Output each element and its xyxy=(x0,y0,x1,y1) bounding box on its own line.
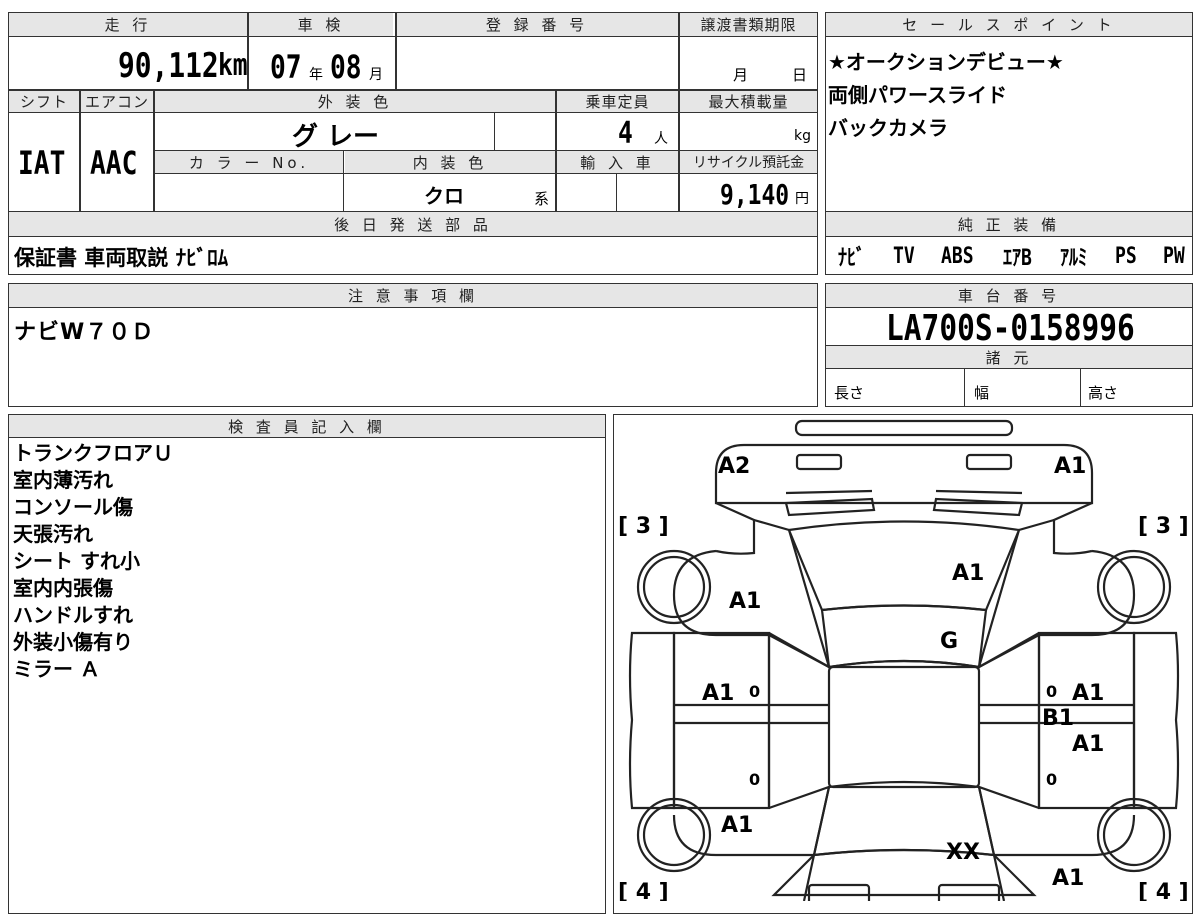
transfer-deadline-header: 譲渡書類期限 xyxy=(680,13,817,36)
deadline-month-label: 月 xyxy=(733,66,749,84)
mileage-unit-wrap: km xyxy=(218,48,254,83)
recycle-header: リサイクル預託金 xyxy=(680,151,817,173)
genuine-equipment-header: 純 正 装 備 xyxy=(826,212,1192,236)
genuine-equipment-list: ﾅﾋﾞ TV ABS ｴｱB ｱﾙﾐ PS PW xyxy=(838,240,1190,272)
mark-right-door-a: A1 xyxy=(1072,681,1104,706)
equip-tv: TV xyxy=(892,243,915,269)
capacity-unit: 人 xyxy=(654,131,668,147)
mileage-header: 走 行 xyxy=(9,13,247,36)
inspector-line-2: 室内薄汚れ xyxy=(13,468,113,492)
month-unit: 月 xyxy=(369,67,383,83)
exterior-color-header: 外 装 色 xyxy=(155,91,555,112)
interior-color-suffix: 系 xyxy=(534,190,550,208)
inspector-line-3: コンソール傷 xyxy=(13,495,133,519)
interior-color-value: クロ xyxy=(424,184,464,208)
inspection-month-wrap: 08 xyxy=(330,48,369,86)
aircon-header: エアコン xyxy=(81,91,153,112)
shift-value-wrap: IAT xyxy=(18,144,76,182)
equip-alloy: ｱﾙﾐ xyxy=(1060,246,1088,271)
mark-rear-right: A1 xyxy=(1054,454,1086,479)
zero-mark-4: 0 xyxy=(1046,770,1057,789)
rating-rear-right: [ 3 ] xyxy=(1138,514,1189,539)
chassis-header: 車 台 番 号 xyxy=(826,284,1192,307)
equip-navi: ﾅﾋﾞ xyxy=(838,246,866,271)
capacity-value: 4 xyxy=(618,116,633,151)
mark-roof: A1 xyxy=(952,561,984,586)
inspection-year: 07 xyxy=(270,48,302,86)
car-outline-svg: A2 A1 [ 3 ] [ 3 ] A1 A1 G A1 A1 B1 A1 A1… xyxy=(618,419,1189,901)
mark-right-door-c: A1 xyxy=(1072,732,1104,757)
inspector-header: 検 査 員 記 入 欄 xyxy=(9,415,605,437)
registration-header: 登 録 番 号 xyxy=(396,13,678,36)
rating-front-right: [ 4 ] xyxy=(1138,880,1189,901)
import-header: 輸 入 車 xyxy=(557,151,678,173)
max-load-unit: kg xyxy=(794,128,811,144)
max-load-header: 最大積載量 xyxy=(680,91,817,112)
length-label: 長さ xyxy=(834,384,865,402)
deadline-day-label: 日 xyxy=(792,66,808,84)
year-unit: 年 xyxy=(309,67,323,83)
sales-point-2: 両側パワースライド xyxy=(828,83,1007,107)
notes-header: 注 意 事 項 欄 xyxy=(9,284,817,307)
aircon-value-wrap: AAC xyxy=(90,144,148,182)
recycle-value-wrap: 9,140 xyxy=(720,178,804,211)
mileage-value: 90,112 xyxy=(118,46,219,86)
zero-mark-1: 0 xyxy=(749,682,760,701)
equip-airbag: ｴｱB xyxy=(1002,246,1032,271)
interior-color-header: 内 装 色 xyxy=(345,151,555,173)
specs-header: 諸 元 xyxy=(826,346,1192,368)
sales-point-3: バックカメラ xyxy=(828,116,948,140)
sales-point-1: ★オークションデビュー★ xyxy=(828,50,1064,74)
mark-hood: XX xyxy=(946,840,980,865)
mark-left-door: A1 xyxy=(702,681,734,706)
mark-rear-left: A2 xyxy=(718,454,750,479)
sales-points-header: セ ー ル ス ポ イ ン ト xyxy=(826,13,1192,36)
exterior-color-value: グ レー xyxy=(292,122,380,152)
chassis-number: LA700S-0158996 xyxy=(886,308,1135,349)
rating-front-left: [ 4 ] xyxy=(618,880,669,901)
capacity-header: 乗車定員 xyxy=(557,91,678,112)
car-damage-diagram: A2 A1 [ 3 ] [ 3 ] A1 A1 G A1 A1 B1 A1 A1… xyxy=(613,414,1193,914)
height-label: 高さ xyxy=(1088,384,1119,402)
inspection-year-wrap: 07 xyxy=(270,48,309,86)
width-label: 幅 xyxy=(974,384,990,402)
inspector-line-5: シート すれ小 xyxy=(13,549,140,573)
inspection-month: 08 xyxy=(330,48,362,86)
equip-pw: PW xyxy=(1163,243,1186,269)
equip-abs: ABS xyxy=(941,243,974,269)
recycle-unit: 円 xyxy=(795,191,809,207)
mark-right-door-b: B1 xyxy=(1042,706,1074,731)
zero-mark-2: 0 xyxy=(749,770,760,789)
mark-glass: G xyxy=(940,629,958,654)
mark-left-rear-quarter: A1 xyxy=(729,589,761,614)
equip-ps: PS xyxy=(1115,243,1137,269)
chassis-value-wrap: LA700S-0158996 xyxy=(886,308,1189,349)
inspector-line-1: トランクフロアＵ xyxy=(13,441,173,465)
color-no-header: カ ラ ー No. xyxy=(155,151,343,173)
mark-left-front-fender: A1 xyxy=(721,813,753,838)
inspector-line-8: 外装小傷有り xyxy=(13,630,133,654)
notes-value: ナビW７０Ｄ xyxy=(14,320,155,345)
capacity-value-wrap: 4 xyxy=(618,116,636,151)
inspection-header: 車 検 xyxy=(249,13,393,36)
inspector-line-7: ハンドルすれ xyxy=(13,603,133,627)
mileage-unit: km xyxy=(218,48,248,83)
shift-value: IAT xyxy=(18,144,66,182)
inspector-lines: トランクフロアＵ 室内薄汚れ コンソール傷 天張汚れ シート すれ小 室内内張傷… xyxy=(13,440,173,683)
inspector-line-6: 室内内張傷 xyxy=(13,576,113,600)
zero-mark-3: 0 xyxy=(1046,682,1057,701)
mark-right-front: A1 xyxy=(1052,866,1084,891)
recycle-value: 9,140 xyxy=(720,178,790,211)
inspector-line-9: ミラー Ａ xyxy=(13,657,100,681)
inspector-line-4: 天張汚れ xyxy=(13,522,93,546)
rating-rear-left: [ 3 ] xyxy=(618,514,669,539)
later-parts-value: 保証書 車両取説 ﾅﾋﾞﾛﾑ xyxy=(14,246,229,270)
shift-header: シフト xyxy=(9,91,79,112)
aircon-value: AAC xyxy=(90,144,138,182)
later-parts-header: 後 日 発 送 部 品 xyxy=(9,212,817,236)
